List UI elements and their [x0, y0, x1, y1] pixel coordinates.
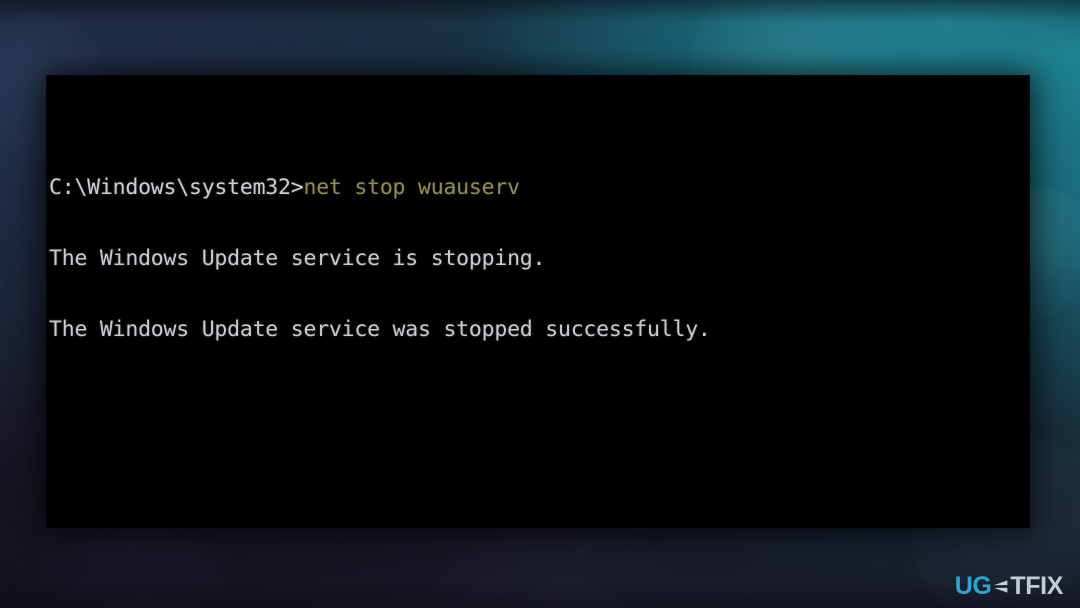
- double-chevron-left-arrow-icon: [991, 577, 1010, 596]
- watermark-text-tfix: TFIX: [1010, 572, 1063, 600]
- prompt-path: C:\Windows\system32>: [49, 175, 304, 201]
- typed-command: net stop wuauserv: [303, 175, 520, 201]
- watermark-text-ug: UG: [954, 572, 992, 600]
- console-output-line: The Windows Update service was stopped s…: [49, 316, 711, 342]
- ugetfix-watermark-logo: UG TFIX: [954, 572, 1064, 600]
- console-output-area[interactable]: C:\Windows\system32>net stop wuauserv Th…: [49, 82, 1029, 527]
- desktop-wallpaper: C:\Windows\system32>net stop wuauserv Th…: [0, 0, 1080, 608]
- console-output-line: The Windows Update service is stopping.: [49, 246, 546, 272]
- command-prompt-window[interactable]: C:\Windows\system32>net stop wuauserv Th…: [47, 76, 1029, 527]
- console-prompt-line: C:\Windows\system32>net stop wuauserv: [49, 176, 1029, 200]
